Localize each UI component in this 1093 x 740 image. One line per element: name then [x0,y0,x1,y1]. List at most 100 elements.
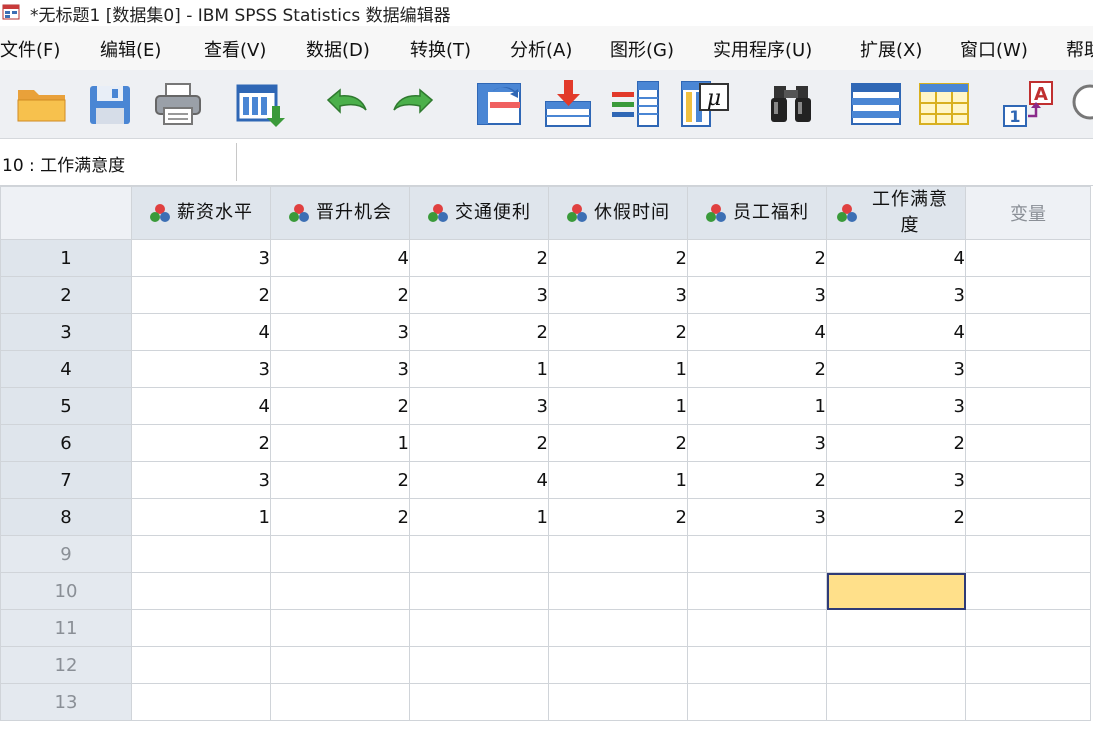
data-cell[interactable]: 2 [131,276,271,314]
row-header[interactable]: 5 [0,387,132,425]
data-cell[interactable]: 3 [131,461,271,499]
data-cell[interactable]: 4 [270,239,410,277]
data-cell[interactable] [270,609,410,647]
data-cell[interactable] [826,609,966,647]
row-header[interactable]: 9 [0,535,132,573]
data-cell[interactable] [548,572,688,610]
data-cell[interactable]: 3 [548,276,688,314]
data-cell[interactable]: 2 [687,461,827,499]
data-cell[interactable] [687,646,827,684]
data-cell[interactable] [131,646,271,684]
empty-cell[interactable] [965,683,1091,721]
menu-graphs[interactable]: 图形(G) [610,36,674,62]
empty-cell[interactable] [965,276,1091,314]
data-cell[interactable]: 4 [409,461,549,499]
empty-cell[interactable] [965,461,1091,499]
selected-cell[interactable] [826,572,966,610]
column-header[interactable]: 晋升机会 [270,186,410,240]
data-cell[interactable]: 3 [687,498,827,536]
data-cell[interactable]: 2 [548,424,688,462]
column-header[interactable]: 交通便利 [409,186,549,240]
data-cell[interactable]: 4 [826,239,966,277]
row-header[interactable]: 6 [0,424,132,462]
goto-variable-icon[interactable] [540,76,596,132]
data-cell[interactable] [270,683,410,721]
data-cell[interactable] [409,609,549,647]
data-cell[interactable] [687,535,827,573]
print-icon[interactable] [150,76,206,132]
data-cell[interactable]: 4 [826,313,966,351]
variables-icon[interactable] [608,76,664,132]
data-cell[interactable]: 1 [409,350,549,388]
empty-cell[interactable] [965,387,1091,425]
data-cell[interactable] [131,572,271,610]
data-cell[interactable]: 3 [270,313,410,351]
column-header[interactable]: 休假时间 [548,186,688,240]
data-cell[interactable]: 1 [687,387,827,425]
data-cell[interactable] [548,683,688,721]
data-cell[interactable]: 3 [687,276,827,314]
data-cell[interactable] [131,535,271,573]
data-cell[interactable] [270,572,410,610]
menu-utilities[interactable]: 实用程序(U) [713,36,812,62]
data-cell[interactable]: 3 [826,350,966,388]
data-cell[interactable] [131,683,271,721]
undo-icon[interactable] [318,76,374,132]
data-cell[interactable]: 1 [409,498,549,536]
empty-cell[interactable] [965,572,1091,610]
menu-analyze[interactable]: 分析(A) [510,36,572,62]
data-cell[interactable] [826,683,966,721]
column-header[interactable]: 员工福利 [687,186,827,240]
dialog-recall-icon[interactable] [232,76,288,132]
data-cell[interactable]: 4 [131,387,271,425]
data-cell[interactable] [687,683,827,721]
statistics-icon[interactable]: μ [678,76,734,132]
data-cell[interactable]: 3 [826,461,966,499]
data-cell[interactable]: 2 [409,239,549,277]
row-header[interactable]: 2 [0,276,132,314]
row-header[interactable]: 1 [0,239,132,277]
empty-cell[interactable] [965,498,1091,536]
data-cell[interactable]: 4 [131,313,271,351]
row-header[interactable]: 3 [0,313,132,351]
menu-data[interactable]: 数据(D) [306,36,370,62]
data-cell[interactable] [548,646,688,684]
data-cell[interactable]: 4 [687,313,827,351]
data-cell[interactable]: 3 [270,350,410,388]
data-cell[interactable]: 1 [131,498,271,536]
data-cell[interactable] [131,609,271,647]
menu-help[interactable]: 帮助 [1066,36,1093,62]
data-cell[interactable] [687,609,827,647]
grid-corner[interactable] [0,186,132,240]
empty-cell[interactable] [965,350,1091,388]
row-header[interactable]: 7 [0,461,132,499]
cell-value-input[interactable] [240,142,1093,180]
empty-cell[interactable] [965,239,1091,277]
goto-case-icon[interactable] [472,76,528,132]
data-cell[interactable] [409,572,549,610]
data-cell[interactable]: 2 [270,276,410,314]
save-icon[interactable] [82,76,138,132]
data-cell[interactable] [409,646,549,684]
row-header[interactable]: 13 [0,683,132,721]
column-header[interactable]: 工作满意度 [826,186,966,240]
data-cell[interactable] [687,572,827,610]
insert-variable-icon[interactable] [916,76,972,132]
data-cell[interactable]: 3 [687,424,827,462]
data-cell[interactable]: 2 [270,387,410,425]
data-cell[interactable] [270,646,410,684]
column-header[interactable]: 薪资水平 [131,186,271,240]
data-cell[interactable]: 2 [548,313,688,351]
data-cell[interactable]: 2 [687,350,827,388]
data-cell[interactable]: 2 [270,498,410,536]
menu-extensions[interactable]: 扩展(X) [860,36,922,62]
data-cell[interactable]: 3 [409,276,549,314]
empty-variable-header[interactable]: 变量 [965,186,1091,240]
menu-window[interactable]: 窗口(W) [960,36,1028,62]
empty-cell[interactable] [965,535,1091,573]
data-cell[interactable]: 3 [131,239,271,277]
row-header[interactable]: 11 [0,609,132,647]
data-cell[interactable] [548,609,688,647]
redo-icon[interactable] [386,76,442,132]
data-cell[interactable] [826,646,966,684]
